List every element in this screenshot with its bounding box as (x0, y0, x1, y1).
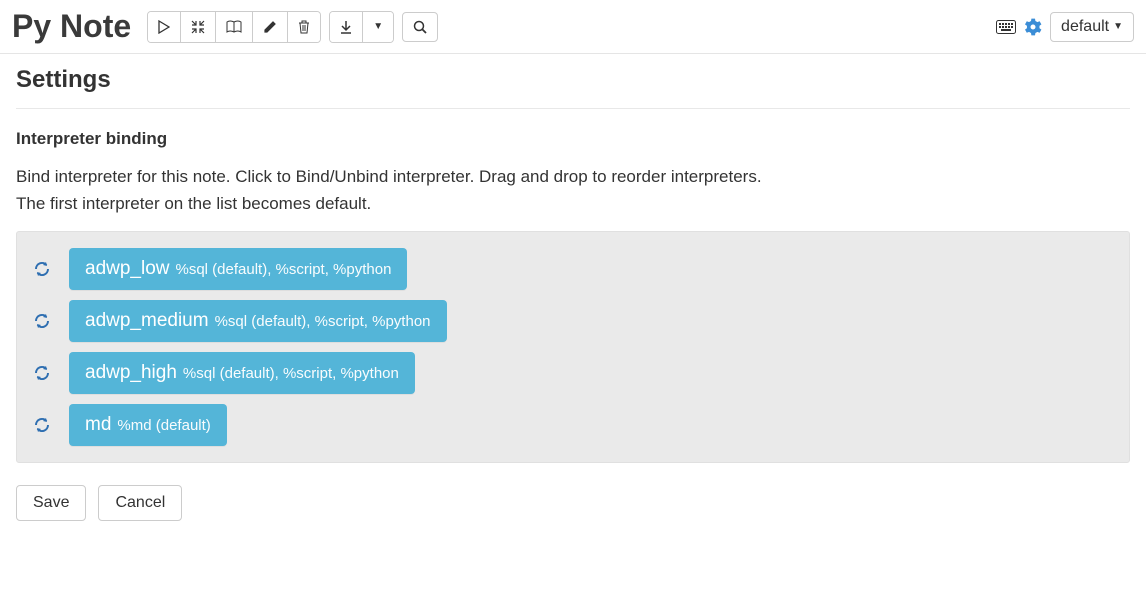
interpreter-row: adwp_low %sql (default), %script, %pytho… (33, 248, 1113, 290)
default-dropdown-label: default (1061, 18, 1109, 36)
interpreter-row: adwp_high %sql (default), %script, %pyth… (33, 352, 1113, 394)
search-icon (413, 20, 427, 34)
interpreter-pill-adwp-low[interactable]: adwp_low %sql (default), %script, %pytho… (69, 248, 407, 290)
pencil-icon (263, 20, 277, 34)
refresh-icon[interactable] (33, 260, 51, 278)
interpreter-row: adwp_medium %sql (default), %script, %py… (33, 300, 1113, 342)
instructions-line-1: Bind interpreter for this note. Click to… (16, 167, 762, 186)
interpreter-name: adwp_medium (85, 310, 209, 332)
settings-panel: Settings Interpreter binding Bind interp… (0, 54, 1146, 541)
interpreter-binding-box: adwp_low %sql (default), %script, %pytho… (16, 231, 1130, 463)
interpreter-name: md (85, 414, 111, 436)
download-icon (340, 20, 352, 34)
save-button[interactable]: Save (16, 485, 86, 521)
interpreter-detail: %sql (default), %script, %python (215, 313, 431, 330)
settings-heading: Settings (16, 66, 1130, 109)
interpreter-name: adwp_low (85, 258, 170, 280)
caret-down-icon: ▼ (1113, 21, 1123, 32)
book-icon (226, 20, 242, 34)
action-button-row: Save Cancel (16, 485, 1130, 521)
instructions-text: Bind interpreter for this note. Click to… (16, 163, 1130, 217)
collapse-icon (191, 20, 205, 34)
interpreter-pill-adwp-high[interactable]: adwp_high %sql (default), %script, %pyth… (69, 352, 415, 394)
refresh-icon[interactable] (33, 312, 51, 330)
delete-button[interactable] (288, 12, 320, 42)
toolbar-group-1 (147, 11, 321, 43)
interpreter-detail: %sql (default), %script, %python (176, 261, 392, 278)
interpreter-name: adwp_high (85, 362, 177, 384)
export-button[interactable] (330, 12, 363, 42)
interpreter-binding-heading: Interpreter binding (16, 129, 1130, 149)
interpreter-detail: %md (default) (117, 417, 210, 434)
notebook-header: Py Note ▼ default (0, 0, 1146, 54)
settings-gear-icon[interactable] (1024, 18, 1042, 36)
refresh-icon[interactable] (33, 416, 51, 434)
collapse-button[interactable] (181, 12, 216, 42)
export-dropdown-button[interactable]: ▼ (363, 12, 393, 42)
instructions-line-2: The first interpreter on the list become… (16, 194, 371, 213)
run-all-button[interactable] (148, 12, 181, 42)
interpreter-pill-adwp-medium[interactable]: adwp_medium %sql (default), %script, %py… (69, 300, 447, 342)
edit-button[interactable] (253, 12, 288, 42)
interpreter-detail: %sql (default), %script, %python (183, 365, 399, 382)
interpreter-default-dropdown[interactable]: default ▼ (1050, 12, 1134, 42)
keyboard-icon[interactable] (996, 20, 1016, 34)
trash-icon (298, 20, 310, 34)
refresh-icon[interactable] (33, 364, 51, 382)
search-button[interactable] (402, 12, 438, 42)
interpreter-pill-md[interactable]: md %md (default) (69, 404, 227, 446)
cancel-button[interactable]: Cancel (98, 485, 182, 521)
view-mode-button[interactable] (216, 12, 253, 42)
toolbar-group-export: ▼ (329, 11, 394, 43)
notebook-title: Py Note (12, 8, 131, 45)
interpreter-row: md %md (default) (33, 404, 1113, 446)
caret-down-icon: ▼ (373, 21, 383, 32)
play-icon (158, 20, 170, 34)
